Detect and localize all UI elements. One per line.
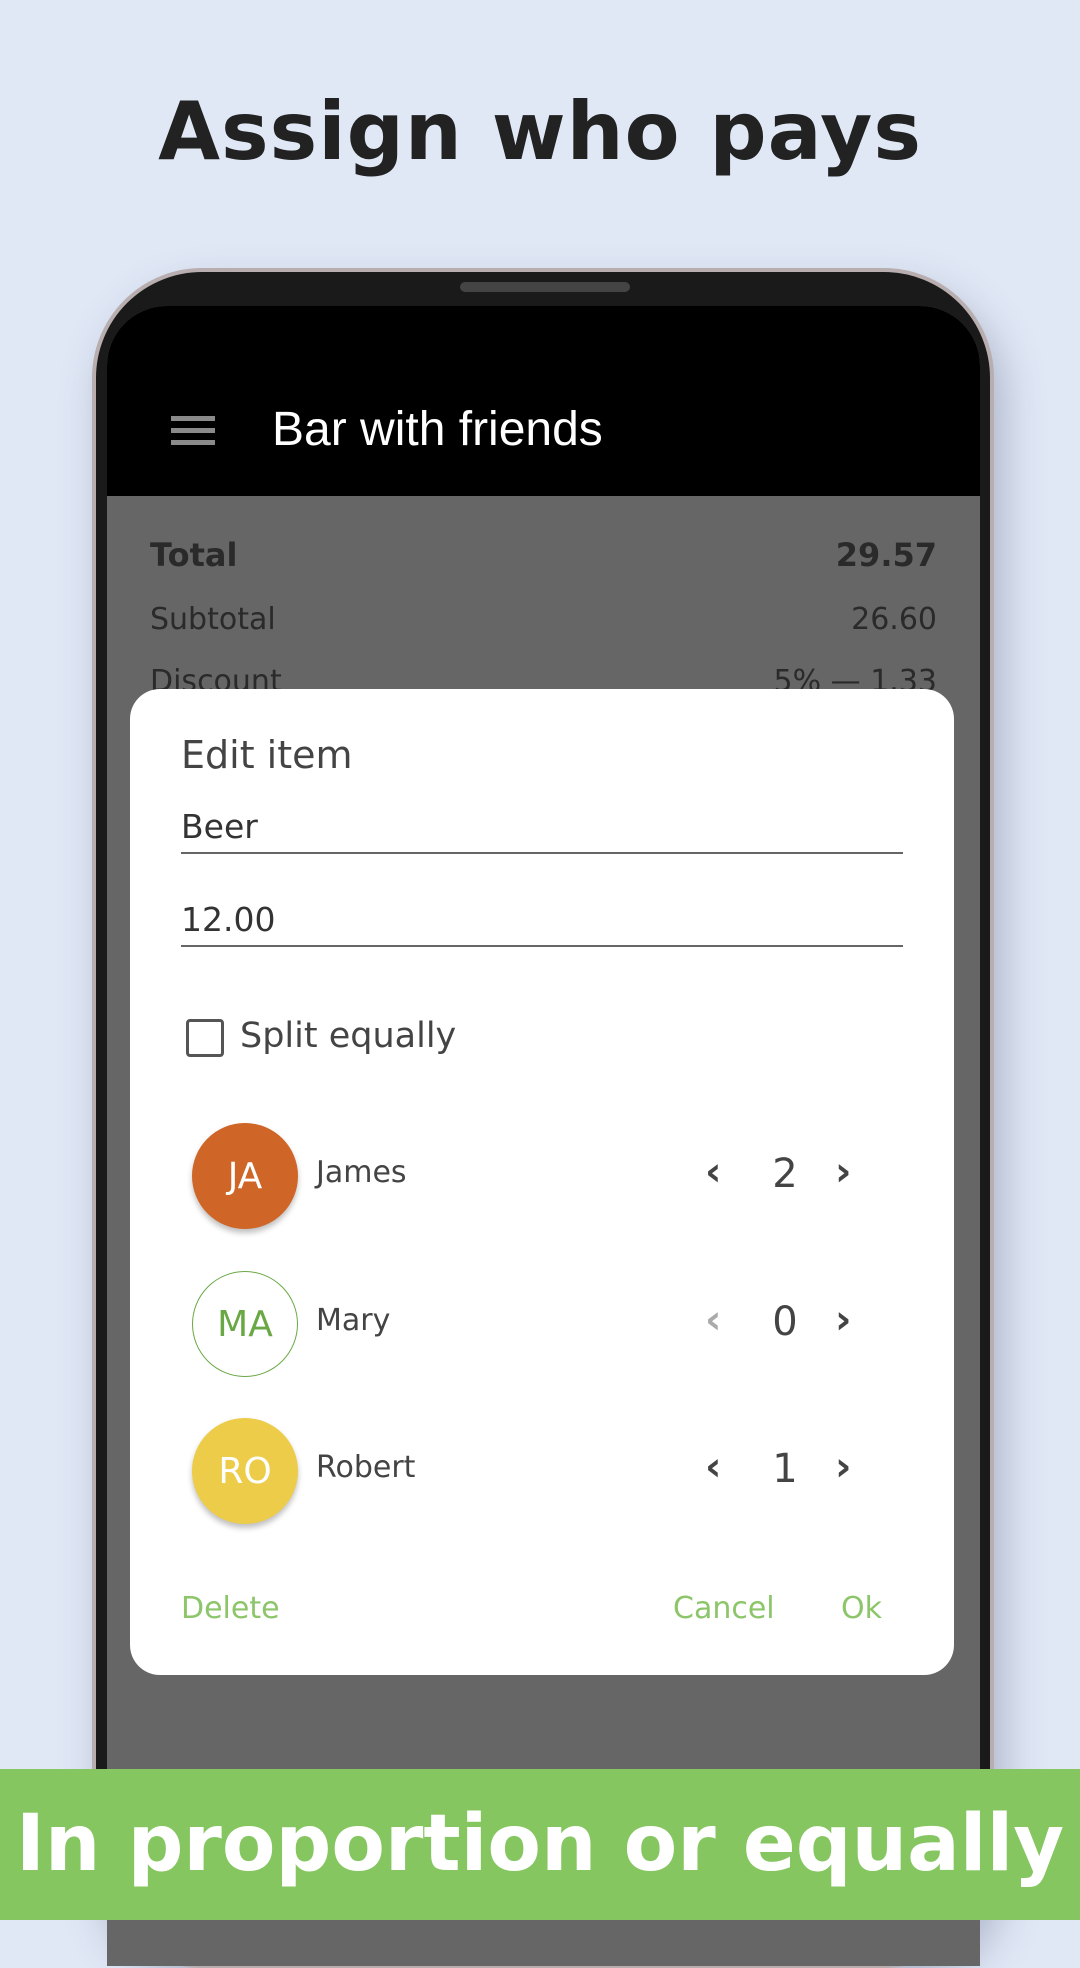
dialog-title: Edit item: [181, 733, 353, 777]
item-name-input[interactable]: Beer: [181, 807, 903, 854]
headline: Assign who pays: [158, 85, 922, 178]
bottom-banner: In proportion or equally: [0, 1769, 1080, 1920]
app-title: Bar with friends: [272, 403, 603, 456]
chevron-left-icon[interactable]: ‹: [705, 1149, 721, 1195]
share-count: 0: [772, 1299, 798, 1345]
avatar: JA: [192, 1123, 298, 1229]
item-price-input[interactable]: 12.00: [181, 900, 903, 947]
person-row: RO Robert ‹ 1 ›: [130, 1418, 954, 1524]
avatar: MA: [192, 1271, 298, 1377]
share-count: 1: [772, 1446, 798, 1492]
cancel-button[interactable]: Cancel: [673, 1591, 775, 1626]
total-label: Total: [150, 536, 238, 574]
ok-button[interactable]: Ok: [841, 1591, 882, 1626]
phone-speaker: [460, 282, 630, 292]
chevron-right-icon[interactable]: ›: [835, 1297, 851, 1343]
person-row: JA James ‹ 2 ›: [130, 1123, 954, 1229]
chevron-right-icon[interactable]: ›: [835, 1149, 851, 1195]
hamburger-menu-icon[interactable]: [171, 416, 215, 446]
subtotal-label: Subtotal: [150, 602, 276, 637]
chevron-left-icon[interactable]: ‹: [705, 1297, 721, 1343]
split-equally-label[interactable]: Split equally: [240, 1016, 456, 1056]
person-name: James: [316, 1155, 407, 1190]
app-bar: Bar with friends: [107, 306, 980, 496]
split-equally-checkbox[interactable]: [186, 1019, 224, 1057]
total-row: Total 29.57: [150, 536, 937, 574]
share-count: 2: [772, 1151, 798, 1197]
delete-button[interactable]: Delete: [181, 1591, 280, 1626]
edit-item-dialog: Edit item Beer 12.00 Split equally JA Ja…: [130, 689, 954, 1675]
subtotal-row: Subtotal 26.60: [150, 602, 937, 637]
chevron-right-icon[interactable]: ›: [835, 1444, 851, 1490]
person-name: Robert: [316, 1450, 416, 1485]
avatar: RO: [192, 1418, 298, 1524]
subtotal-value: 26.60: [851, 602, 937, 637]
total-value: 29.57: [835, 536, 937, 574]
person-row: MA Mary ‹ 0 ›: [130, 1271, 954, 1377]
person-name: Mary: [316, 1303, 391, 1338]
chevron-left-icon[interactable]: ‹: [705, 1444, 721, 1490]
